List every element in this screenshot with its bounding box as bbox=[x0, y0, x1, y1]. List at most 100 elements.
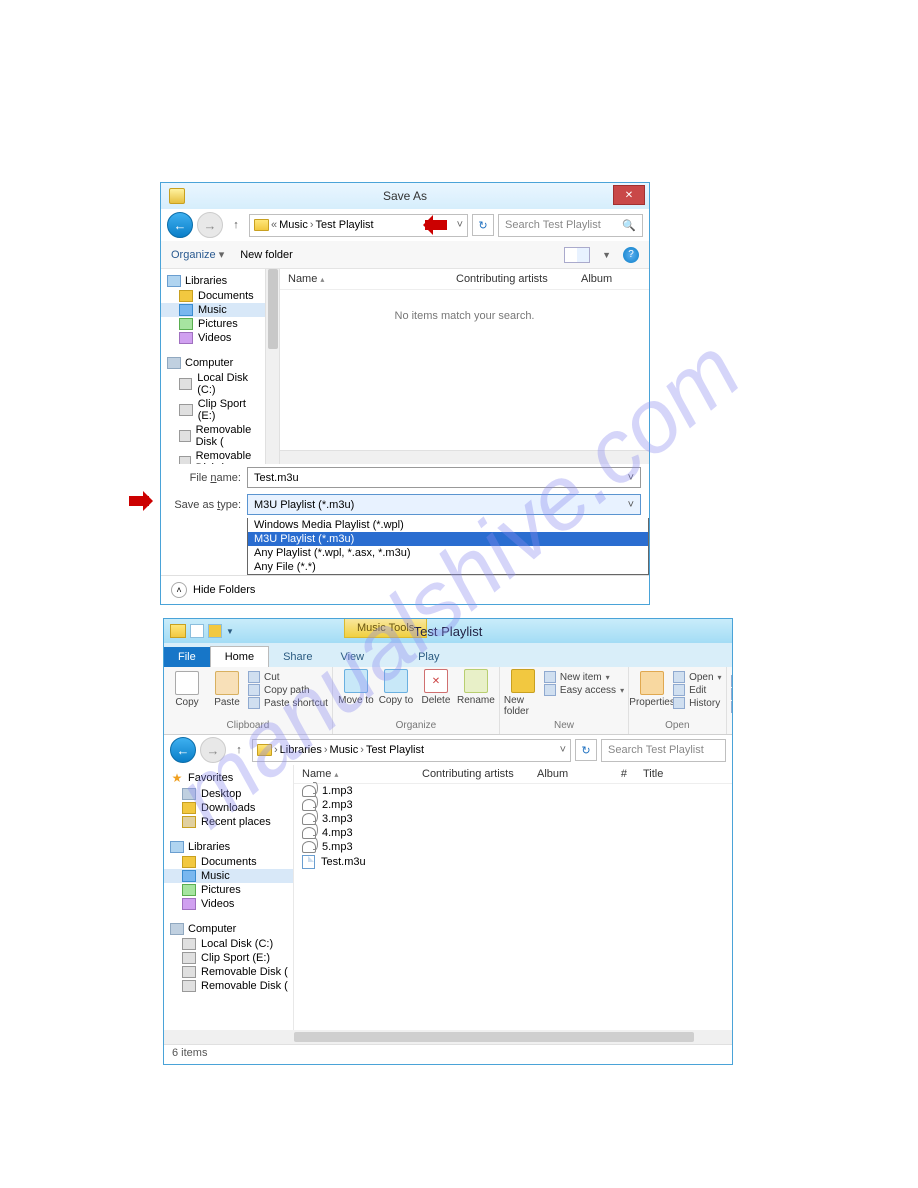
up-button[interactable]: ↑ bbox=[230, 744, 248, 756]
nav-local-c[interactable]: Local Disk (C:) bbox=[164, 937, 293, 951]
computer-node[interactable]: Computer bbox=[164, 921, 293, 937]
column-headers[interactable]: Name ▴ Contributing artists Album # Titl… bbox=[294, 765, 732, 784]
savetype-combobox[interactable]: M3U Playlist (*.m3u)˅ bbox=[247, 494, 641, 515]
nav-clip-e[interactable]: Clip Sport (E:) bbox=[164, 951, 293, 965]
option-m3u[interactable]: M3U Playlist (*.m3u) bbox=[248, 532, 648, 546]
tab-home[interactable]: Home bbox=[210, 646, 269, 667]
forward-button[interactable]: → bbox=[197, 212, 223, 238]
nav-removable-1[interactable]: Removable Disk ( bbox=[164, 965, 293, 979]
tab-play[interactable]: Play bbox=[404, 647, 453, 667]
tab-file[interactable]: File bbox=[164, 647, 210, 667]
dropdown-arrow-icon[interactable]: ˅ bbox=[457, 219, 463, 231]
libraries-node[interactable]: Libraries bbox=[161, 273, 265, 289]
copy-button[interactable]: Copy bbox=[168, 669, 206, 709]
nav-downloads[interactable]: Downloads bbox=[164, 801, 293, 815]
tab-share[interactable]: Share bbox=[269, 647, 326, 667]
file-item[interactable]: 1.mp3 bbox=[294, 784, 732, 798]
nav-videos[interactable]: Videos bbox=[161, 331, 265, 345]
col-album[interactable]: Album bbox=[581, 273, 641, 285]
search-box[interactable]: Search Test Playlist bbox=[601, 739, 726, 762]
nav-removable-2[interactable]: Removable Disk ( bbox=[164, 979, 293, 993]
close-button[interactable]: ✕ bbox=[613, 185, 645, 205]
chevron-down-icon[interactable]: ▼ bbox=[602, 250, 611, 260]
col-contrib[interactable]: Contributing artists bbox=[422, 768, 537, 780]
refresh-button[interactable]: ↻ bbox=[472, 214, 494, 236]
tree-scrollbar[interactable] bbox=[266, 269, 280, 464]
nav-desktop[interactable]: Desktop bbox=[164, 787, 293, 801]
crumb-playlist[interactable]: Test Playlist bbox=[316, 219, 374, 231]
nav-music[interactable]: Music bbox=[164, 869, 293, 883]
file-item[interactable]: 3.mp3 bbox=[294, 812, 732, 826]
col-title[interactable]: Title bbox=[627, 768, 663, 780]
col-album[interactable]: Album bbox=[537, 768, 597, 780]
easy-access-button[interactable]: Easy access ▾ bbox=[544, 684, 624, 696]
col-name[interactable]: Name ▴ bbox=[302, 768, 422, 780]
nav-tree[interactable]: Libraries Documents Music Pictures Video… bbox=[161, 269, 266, 464]
crumb-music[interactable]: Music bbox=[330, 744, 359, 756]
titlebar[interactable]: Save As ✕ bbox=[161, 183, 649, 209]
breadcrumb-bar[interactable]: › Libraries › Music › Test Playlist ˅ bbox=[252, 739, 571, 762]
open-button[interactable]: Open ▾ bbox=[673, 671, 721, 683]
filename-input[interactable]: Test.m3u˅ bbox=[247, 467, 641, 488]
paste-button[interactable]: Paste bbox=[208, 669, 246, 709]
chevron-down-icon[interactable]: ˅ bbox=[628, 472, 634, 484]
new-folder-button[interactable]: New folder bbox=[504, 669, 542, 717]
file-item[interactable]: 4.mp3 bbox=[294, 826, 732, 840]
paste-shortcut-button[interactable]: Paste shortcut bbox=[248, 697, 328, 709]
rename-button[interactable]: Rename bbox=[457, 669, 495, 706]
favorites-node[interactable]: ★Favorites bbox=[164, 769, 293, 787]
move-to-button[interactable]: Move to bbox=[337, 669, 375, 706]
search-box[interactable]: Search Test Playlist 🔍 bbox=[498, 214, 643, 237]
qat-button[interactable] bbox=[208, 624, 222, 638]
nav-local-c[interactable]: Local Disk (C:) bbox=[161, 371, 265, 397]
nav-documents[interactable]: Documents bbox=[161, 289, 265, 303]
view-options-button[interactable] bbox=[564, 247, 590, 263]
select-all-button[interactable]: Select a bbox=[731, 675, 733, 687]
libraries-node[interactable]: Libraries bbox=[164, 839, 293, 855]
option-any-playlist[interactable]: Any Playlist (*.wpl, *.asx, *.m3u) bbox=[248, 546, 648, 560]
nav-pictures[interactable]: Pictures bbox=[164, 883, 293, 897]
nav-music[interactable]: Music bbox=[161, 303, 265, 317]
back-button[interactable]: ← bbox=[170, 737, 196, 763]
select-none-button[interactable]: Select n bbox=[731, 688, 733, 700]
nav-tree[interactable]: ★Favorites Desktop Downloads Recent plac… bbox=[164, 765, 294, 1030]
h-scrollbar[interactable] bbox=[280, 450, 649, 464]
nav-recent[interactable]: Recent places bbox=[164, 815, 293, 829]
up-button[interactable]: ↑ bbox=[227, 219, 245, 231]
nav-documents[interactable]: Documents bbox=[164, 855, 293, 869]
titlebar[interactable]: ▼ Music Tools Test Playlist bbox=[164, 619, 732, 643]
organize-button[interactable]: Organize bbox=[171, 248, 224, 261]
col-contrib[interactable]: Contributing artists bbox=[456, 273, 581, 285]
chevron-up-icon[interactable]: ˄ bbox=[171, 582, 187, 598]
invert-selection-button[interactable]: Invert s bbox=[731, 701, 733, 713]
qat-button[interactable] bbox=[190, 624, 204, 638]
col-name[interactable]: Name ▴ bbox=[288, 273, 456, 285]
nav-clip-e[interactable]: Clip Sport (E:) bbox=[161, 397, 265, 423]
file-item[interactable]: Test.m3u bbox=[294, 854, 732, 870]
tab-view[interactable]: View bbox=[326, 647, 378, 667]
delete-button[interactable]: ✕Delete bbox=[417, 669, 455, 706]
option-any-file[interactable]: Any File (*.*) bbox=[248, 560, 648, 574]
crumb-playlist[interactable]: Test Playlist bbox=[366, 744, 424, 756]
chevron-down-icon[interactable]: ▼ bbox=[226, 627, 234, 636]
back-button[interactable]: ← bbox=[167, 212, 193, 238]
nav-videos[interactable]: Videos bbox=[164, 897, 293, 911]
computer-node[interactable]: Computer bbox=[161, 355, 265, 371]
nav-removable-1[interactable]: Removable Disk ( bbox=[161, 423, 265, 449]
breadcrumb-bar[interactable]: « Music › Test Playlist ˅ bbox=[249, 214, 468, 237]
chevron-down-icon[interactable]: ˅ bbox=[560, 744, 566, 756]
cut-button[interactable]: Cut bbox=[248, 671, 328, 683]
file-item[interactable]: 5.mp3 bbox=[294, 840, 732, 854]
forward-button[interactable]: → bbox=[200, 737, 226, 763]
refresh-button[interactable]: ↻ bbox=[575, 739, 597, 761]
file-item[interactable]: 2.mp3 bbox=[294, 798, 732, 812]
nav-pictures[interactable]: Pictures bbox=[161, 317, 265, 331]
nav-removable-2[interactable]: Removable Disk ( bbox=[161, 449, 265, 464]
col-num[interactable]: # bbox=[597, 768, 627, 780]
hide-folders-button[interactable]: Hide Folders bbox=[193, 584, 255, 596]
scroll-thumb[interactable] bbox=[294, 1032, 694, 1042]
crumb-music[interactable]: Music bbox=[279, 219, 308, 231]
copy-path-button[interactable]: Copy path bbox=[248, 684, 328, 696]
option-wpl[interactable]: Windows Media Playlist (*.wpl) bbox=[248, 518, 648, 532]
properties-button[interactable]: Properties bbox=[633, 669, 671, 709]
